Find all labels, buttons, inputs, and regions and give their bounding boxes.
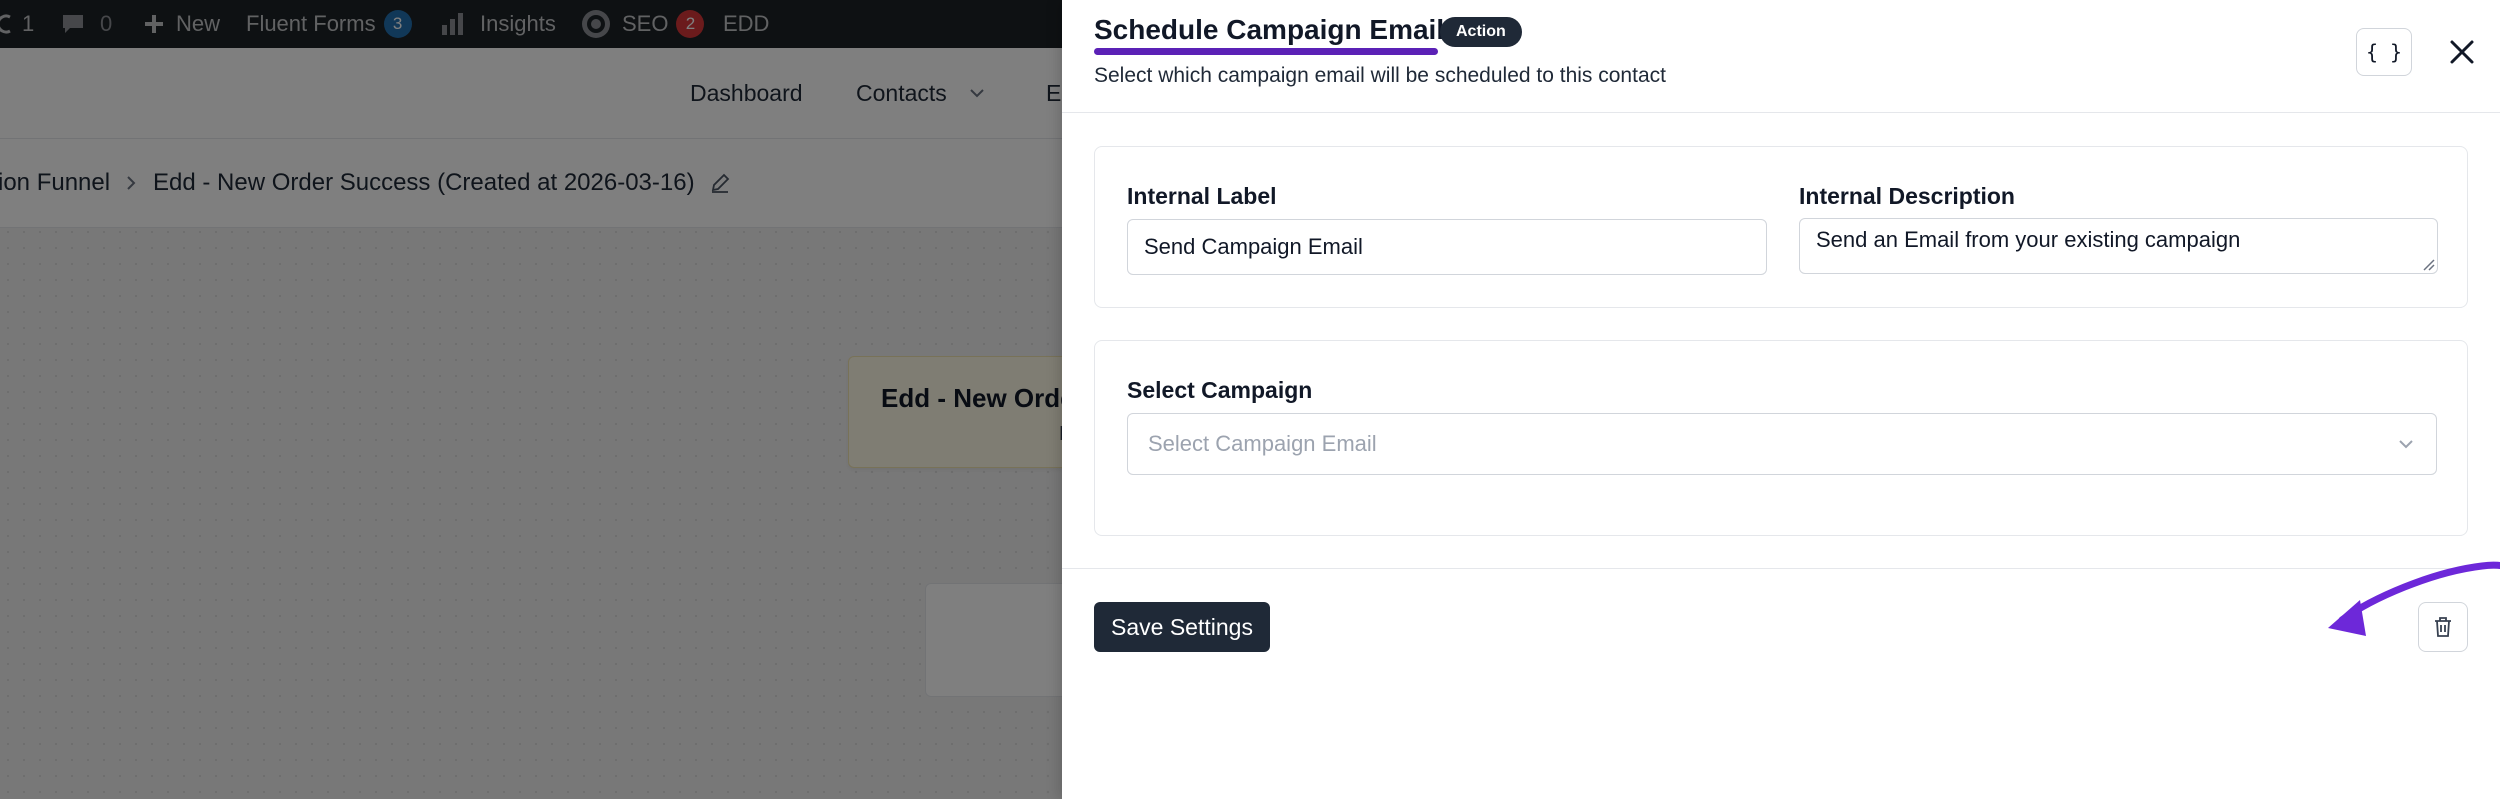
title-highlight-annotation bbox=[1094, 48, 1438, 55]
internal-description-textarea[interactable]: Send an Email from your existing campaig… bbox=[1799, 218, 2438, 274]
drawer-subtitle: Select which campaign email will be sche… bbox=[1094, 64, 1666, 87]
modal-backdrop[interactable] bbox=[0, 0, 1062, 799]
chevron-down-icon bbox=[2399, 440, 2413, 449]
campaign-select-placeholder: Select Campaign Email bbox=[1148, 431, 1377, 456]
drawer-header: Schedule Campaign Email Action Select wh… bbox=[1062, 0, 2500, 113]
delete-action-button[interactable] bbox=[2418, 602, 2468, 652]
code-view-button[interactable]: { } bbox=[2356, 28, 2412, 76]
internal-label-heading: Internal Label bbox=[1127, 183, 1277, 209]
internal-description-value: Send an Email from your existing campaig… bbox=[1816, 227, 2241, 252]
close-icon[interactable] bbox=[2444, 34, 2480, 70]
select-campaign-heading: Select Campaign bbox=[1127, 377, 1313, 403]
save-settings-button[interactable]: Save Settings bbox=[1094, 602, 1270, 652]
trash-icon bbox=[2435, 617, 2451, 637]
campaign-email-select[interactable]: Select Campaign Email bbox=[1127, 413, 2437, 475]
drawer-title: Schedule Campaign Email bbox=[1094, 14, 1445, 45]
internal-label-value: Send Campaign Email bbox=[1144, 234, 1363, 259]
internal-label-input[interactable]: Send Campaign Email bbox=[1127, 219, 1767, 275]
action-settings-drawer: Schedule Campaign Email Action Select wh… bbox=[1062, 0, 2500, 799]
campaign-select-panel: Select Campaign Select Campaign Email bbox=[1094, 340, 2468, 536]
curly-braces-icon: { } bbox=[2365, 40, 2403, 64]
internal-description-heading: Internal Description bbox=[1799, 183, 2015, 209]
internal-info-panel: Internal Label Send Campaign Email Inter… bbox=[1094, 146, 2468, 308]
resize-handle-icon[interactable] bbox=[2421, 257, 2435, 271]
action-badge: Action bbox=[1440, 17, 1522, 47]
